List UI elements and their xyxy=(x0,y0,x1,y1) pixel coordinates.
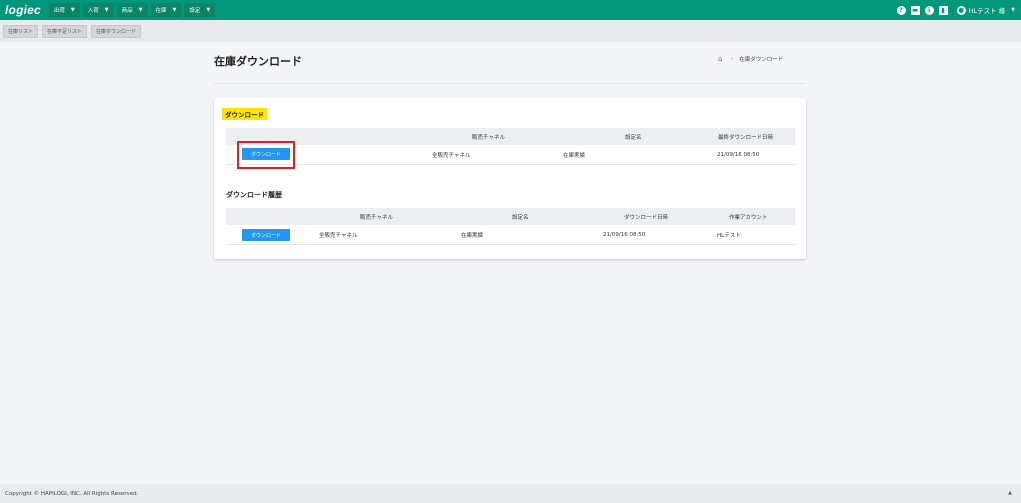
tab-inventory-download[interactable]: 在庫ダウンロード xyxy=(91,24,142,38)
caret-down-icon: ▼ xyxy=(172,7,177,13)
user-avatar-icon: ● xyxy=(956,5,966,15)
nav-right-group: ? ▬ i ▮ ● HLテスト 様 ▼ xyxy=(892,0,1015,20)
caret-down-icon: ▼ xyxy=(138,7,143,13)
user-menu[interactable]: ● HLテスト 様 ▼ xyxy=(952,5,1015,15)
download-card: ダウンロード 販売チャネル 設定名 最終ダウンロード日時 ダウンロード 全販売チ… xyxy=(214,98,806,259)
copyright-text: Copyright © HAPILOGI, INC. All Rights Re… xyxy=(5,490,139,497)
briefcase-icon[interactable]: ▬ xyxy=(910,5,920,15)
home-icon[interactable]: ⌂ xyxy=(718,55,725,63)
history-title: ダウンロード履歴 xyxy=(226,191,282,199)
menu-label: 商品 xyxy=(121,8,133,14)
cell-downloaded-at: 21/09/16 08:50 xyxy=(603,231,646,238)
menu-label: 在庫 xyxy=(155,8,167,14)
chevron-right-icon: › xyxy=(731,56,734,62)
page-title: 在庫ダウンロード xyxy=(214,55,302,68)
header-setting: 設定名 xyxy=(512,214,529,221)
download-button[interactable]: ダウンロード xyxy=(242,229,290,241)
menu-label: 入荷 xyxy=(87,8,99,14)
menu-settings[interactable]: 設定 ▼ xyxy=(184,3,216,17)
cell-setting: 在庫実績 xyxy=(461,232,484,239)
help-icon[interactable]: ? xyxy=(896,5,906,15)
header-account: 作業アカウント xyxy=(729,214,768,221)
table-header: 販売チャネル 設定名 最終ダウンロード日時 xyxy=(226,128,795,145)
header-last-download: 最終ダウンロード日時 xyxy=(718,134,774,141)
table-row: ダウンロード 全販売チャネル 在庫実績 21/09/16 08:50 HLテスト xyxy=(226,225,795,245)
caret-down-icon: ▼ xyxy=(104,7,109,13)
highlight-annotation xyxy=(237,141,295,169)
menu-products[interactable]: 商品 ▼ xyxy=(116,3,148,17)
scroll-top-icon[interactable]: ▲ xyxy=(1008,490,1012,496)
user-name: HLテスト 様 xyxy=(968,7,1006,15)
tab-inventory-shortage-list[interactable]: 在庫不足リスト xyxy=(42,24,88,38)
history-table: 販売チャネル 設定名 ダウンロード日時 作業アカウント ダウンロード 全販売チャ… xyxy=(226,208,795,245)
header-channel: 販売チャネル xyxy=(360,214,393,221)
chart-icon[interactable]: ▮ xyxy=(938,5,948,15)
header-channel: 販売チャネル xyxy=(472,134,505,141)
caret-down-icon: ▼ xyxy=(1011,7,1015,13)
header-divider xyxy=(214,83,806,84)
caret-down-icon: ▼ xyxy=(206,7,211,13)
breadcrumb-current: 在庫ダウンロード xyxy=(739,57,784,63)
info-icon[interactable]: i xyxy=(924,5,934,15)
cell-channel: 全販売チャネル xyxy=(432,152,471,159)
menu-label: 設定 xyxy=(189,8,201,14)
header-setting: 設定名 xyxy=(625,134,642,141)
menu-inventory[interactable]: 在庫 ▼ xyxy=(150,3,182,17)
tab-inventory-list[interactable]: 在庫リスト xyxy=(3,24,39,38)
caret-down-icon: ▼ xyxy=(70,7,75,13)
cell-account: HLテスト xyxy=(717,232,741,239)
menu-shipping[interactable]: 出荷 ▼ xyxy=(48,3,80,17)
sub-tab-bar: 在庫リスト 在庫不足リスト 在庫ダウンロード xyxy=(0,20,1021,42)
footer: Copyright © HAPILOGI, INC. All Rights Re… xyxy=(0,484,1021,503)
app-logo[interactable]: logiec xyxy=(5,3,41,17)
download-table: 販売チャネル 設定名 最終ダウンロード日時 ダウンロード 全販売チャネル 在庫実… xyxy=(226,128,795,165)
cell-channel: 全販売チャネル xyxy=(319,232,358,239)
cell-last-download: 21/09/16 08:50 xyxy=(717,151,760,158)
table-header: 販売チャネル 設定名 ダウンロード日時 作業アカウント xyxy=(226,208,795,225)
cell-setting: 在庫実績 xyxy=(563,152,586,159)
header-downloaded-at: ダウンロード日時 xyxy=(624,214,669,221)
menu-receiving[interactable]: 入荷 ▼ xyxy=(82,3,114,17)
top-navbar: logiec 出荷 ▼ 入荷 ▼ 商品 ▼ 在庫 ▼ 設定 ▼ ? ▬ i ▮ ● HLテ… xyxy=(0,0,1021,20)
table-row: ダウンロード 全販売チャネル 在庫実績 21/09/16 08:50 xyxy=(226,145,795,165)
download-section-badge: ダウンロード xyxy=(222,108,267,120)
menu-label: 出荷 xyxy=(53,8,65,14)
breadcrumb: ⌂ › 在庫ダウンロード xyxy=(718,55,783,63)
